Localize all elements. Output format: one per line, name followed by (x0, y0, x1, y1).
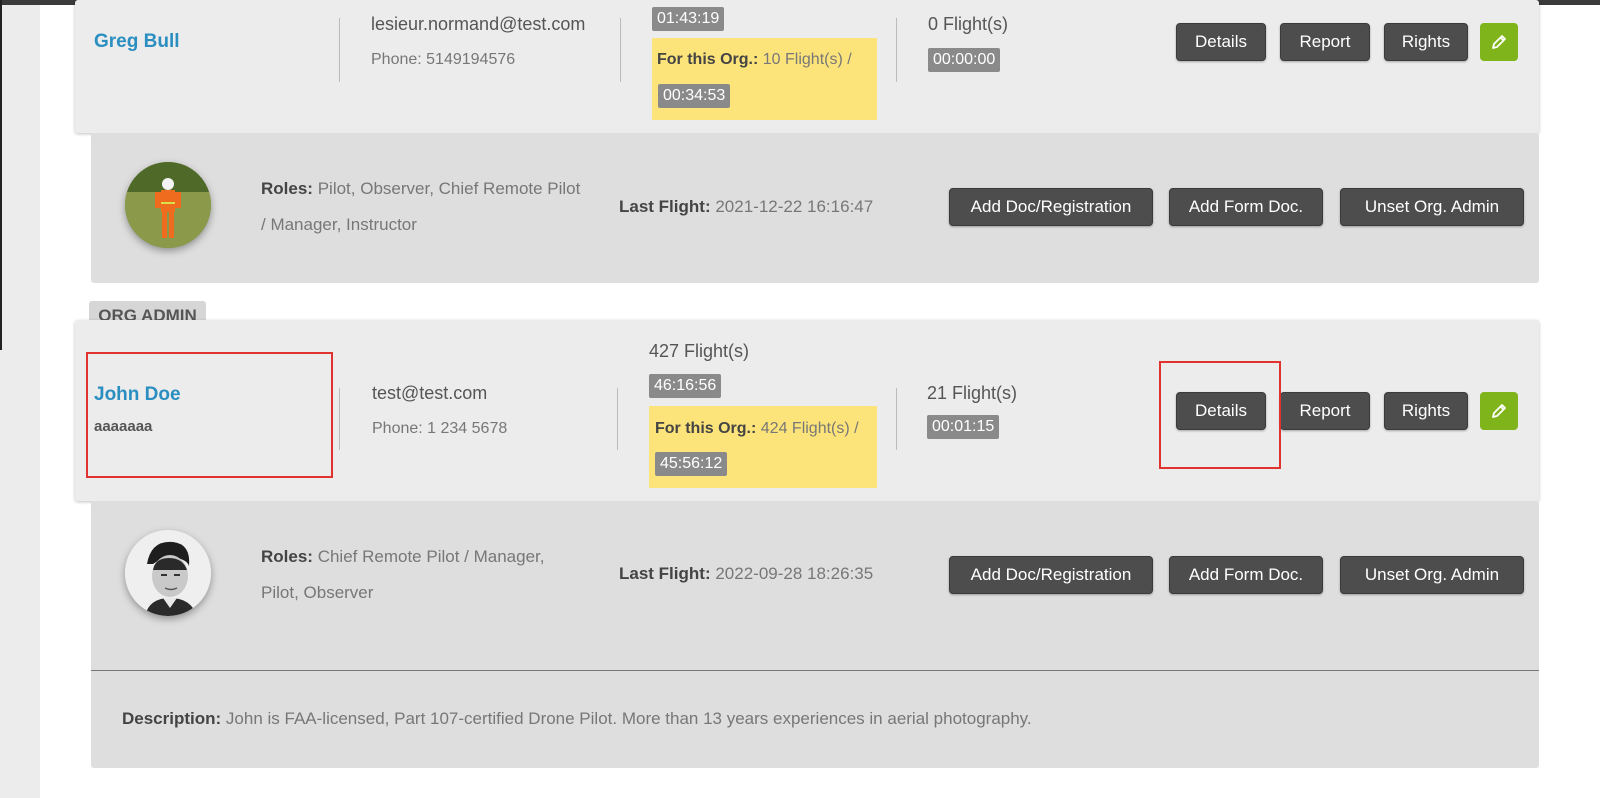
roles-value: Pilot, Observer, Chief Remote Pilot (317, 179, 581, 198)
org-flights-line: For this Org.: 10 Flight(s) / (657, 51, 852, 69)
last-flight-label: Last Flight: (619, 197, 711, 216)
total-time: 01:43:19 (652, 7, 725, 31)
last-flight-label: Last Flight: (619, 564, 711, 583)
details-button[interactable]: Details (1176, 23, 1266, 61)
user-name[interactable]: Greg Bull (94, 31, 180, 53)
divider (896, 18, 897, 82)
description-text: John is FAA-licensed, Part 107-certified… (225, 709, 1032, 728)
flights-time: 00:00:00 (928, 48, 1001, 72)
divider (896, 388, 897, 450)
rights-button[interactable]: Rights (1384, 23, 1468, 61)
pencil-icon (1492, 404, 1506, 418)
divider (339, 388, 340, 450)
avatar-image (125, 162, 211, 248)
org-time: 45:56:12 (655, 452, 728, 476)
org-label: For this Org.: (657, 51, 759, 68)
user-subname: aaaaaaa (94, 418, 153, 435)
flights-count: 0 Flight(s) (928, 14, 1009, 34)
rights-button[interactable]: Rights (1384, 392, 1468, 430)
user-phone: Phone: 5149194576 (371, 51, 516, 68)
roles-line-2: Pilot, Observer (261, 583, 374, 602)
description: Description: John is FAA-licensed, Part … (122, 701, 1032, 737)
total-time: 46:16:56 (649, 374, 722, 398)
add-doc-registration-button[interactable]: Add Doc/Registration (949, 556, 1153, 594)
user-email: lesieur.normand@test.com (371, 14, 586, 34)
edit-button[interactable] (1480, 23, 1518, 61)
add-doc-registration-button[interactable]: Add Doc/Registration (949, 188, 1153, 226)
org-flights-line: For this Org.: 424 Flight(s) / (655, 420, 859, 438)
details-button[interactable]: Details (1176, 392, 1266, 430)
user-name[interactable]: John Doe (94, 384, 181, 406)
last-flight: Last Flight: 2022-09-28 18:26:35 (619, 556, 873, 592)
total-flights: 427 Flight(s) (649, 341, 750, 361)
avatar[interactable] (125, 530, 211, 616)
add-form-doc-button[interactable]: Add Form Doc. (1169, 188, 1323, 226)
last-flight-value: 2022-09-28 18:26:35 (715, 564, 874, 583)
unset-org-admin-button[interactable]: Unset Org. Admin (1340, 556, 1524, 594)
divider (617, 388, 618, 450)
report-button[interactable]: Report (1280, 392, 1370, 430)
unset-org-admin-button[interactable]: Unset Org. Admin (1340, 188, 1524, 226)
roles-line-1: Roles: Chief Remote Pilot / Manager, (261, 539, 544, 575)
description-label: Description: (122, 709, 222, 728)
user-phone: Phone: 1 234 5678 (372, 420, 508, 437)
add-form-doc-button[interactable]: Add Form Doc. (1169, 556, 1323, 594)
org-label: For this Org.: (655, 420, 757, 437)
flights-count: 21 Flight(s) (927, 383, 1018, 403)
roles-label: Roles: (261, 547, 313, 566)
edit-button[interactable] (1480, 392, 1518, 430)
flights-time: 00:01:15 (927, 415, 1000, 439)
roles-label: Roles: (261, 179, 313, 198)
org-flights: 424 Flight(s) / (760, 420, 859, 437)
description-divider (91, 670, 1539, 671)
last-flight-value: 2021-12-22 16:16:47 (715, 197, 874, 216)
pencil-icon (1492, 35, 1506, 49)
roles-value: Chief Remote Pilot / Manager, (317, 547, 545, 566)
last-flight: Last Flight: 2021-12-22 16:16:47 (619, 189, 873, 225)
divider (620, 18, 621, 82)
roles-line-1: Roles: Pilot, Observer, Chief Remote Pil… (261, 171, 580, 207)
report-button[interactable]: Report (1280, 23, 1370, 61)
divider (339, 18, 340, 82)
org-flights: 10 Flight(s) / (762, 51, 852, 68)
avatar-image (125, 530, 211, 616)
roles-line-2: / Manager, Instructor (261, 215, 417, 234)
user-email: test@test.com (372, 383, 488, 403)
left-divider (0, 0, 2, 350)
avatar[interactable] (125, 162, 211, 248)
org-time: 00:34:53 (658, 84, 731, 108)
